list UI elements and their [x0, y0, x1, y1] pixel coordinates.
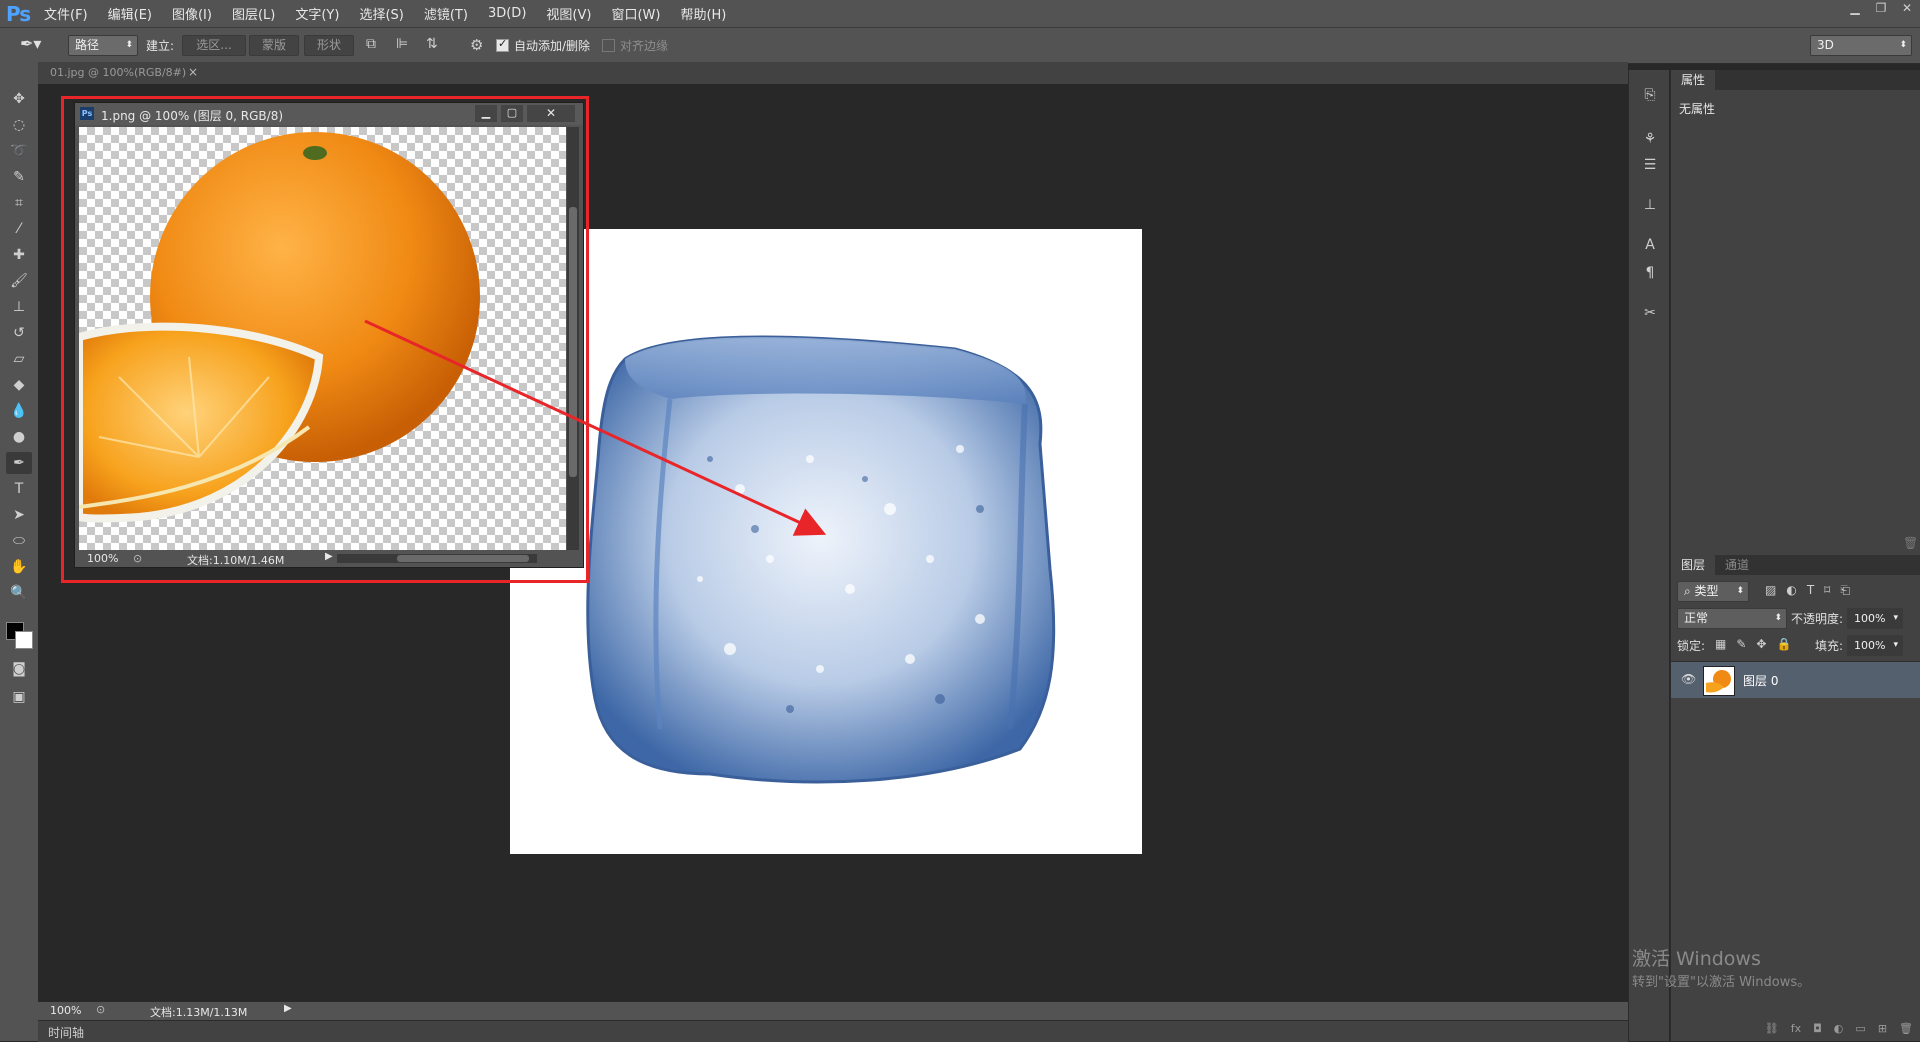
orange-thumbnail-icon: [1706, 670, 1731, 693]
shape-filter-icon[interactable]: ⌑: [1824, 583, 1830, 598]
layers-tab-header: 图层 通道: [1671, 555, 1920, 575]
panel-icon-strip: ⎘ ⚘ ☰ ⊥ A ¶ ✂: [1628, 70, 1669, 1041]
opacity-value: 100%: [1854, 612, 1886, 625]
properties-tab-header: 属性: [1671, 70, 1920, 90]
brush-presets-icon[interactable]: ⚘: [1639, 128, 1661, 150]
lock-label: 锁定:: [1677, 639, 1706, 653]
select-caret-icon: ⬍: [1774, 613, 1782, 623]
delete-layer-icon[interactable]: 🗑: [1899, 1022, 1913, 1035]
watermark-line2: 转到"设置"以激活 Windows。: [1632, 975, 1811, 990]
opacity-label: 不透明度:: [1791, 612, 1844, 626]
adjustments-icon[interactable]: ☰: [1639, 154, 1661, 176]
blend-mode-value: 正常: [1684, 611, 1709, 625]
adjustment-filter-icon[interactable]: ◐: [1786, 583, 1796, 598]
paragraph-panel-icon[interactable]: ¶: [1639, 262, 1661, 284]
watermark-line1: 激活 Windows: [1632, 948, 1761, 970]
type-filter-icon[interactable]: T: [1807, 583, 1814, 598]
lock-all-icon[interactable]: 🔒: [1776, 637, 1791, 651]
lock-transparent-icon[interactable]: ▦: [1715, 637, 1726, 651]
tab-channels[interactable]: 通道: [1715, 555, 1759, 575]
smart-object-filter-icon[interactable]: ⎗: [1840, 583, 1850, 598]
new-layer-icon[interactable]: ⊞: [1878, 1022, 1887, 1035]
select-caret-icon: ▾: [1893, 640, 1898, 650]
eye-icon[interactable]: 👁: [1681, 672, 1696, 686]
properties-panel: 属性 无属性 🗑: [1670, 70, 1920, 555]
select-caret-icon: ⬍: [1736, 586, 1744, 596]
new-group-icon[interactable]: ▭: [1855, 1022, 1865, 1035]
layer-name[interactable]: 图层 0: [1743, 672, 1778, 689]
timeline-bar: 时间轴: [38, 1020, 1628, 1042]
status-menu-arrow-icon[interactable]: ▶: [284, 1003, 292, 1014]
clone-source-icon[interactable]: ⊥: [1639, 194, 1661, 216]
layers-footer: ⛓ fx ◘ ◐ ▭ ⊞ 🗑: [1671, 1017, 1920, 1039]
document-info: 文档:1.13M/1.13M: [150, 1006, 248, 1019]
layer-filter-select[interactable]: ⌕ 类型 ⬍: [1677, 581, 1749, 602]
search-icon: ⌕: [1684, 584, 1695, 598]
fill-value: 100%: [1854, 639, 1886, 652]
zoom-level[interactable]: 100%: [50, 1004, 81, 1017]
tool-presets-icon[interactable]: ✂: [1639, 302, 1661, 324]
adjustment-layer-icon[interactable]: ◐: [1834, 1022, 1844, 1035]
document-status-bar: 100% ⊙ 文档:1.13M/1.13M ▶: [38, 1001, 1628, 1021]
layer-thumbnail: [1703, 666, 1735, 696]
status-info-icon[interactable]: ⊙: [96, 1003, 105, 1016]
character-panel-icon[interactable]: A: [1639, 234, 1661, 256]
layer-filter-icons: ▨ ◐ T ⌑ ⎗: [1765, 583, 1850, 598]
layer-style-icon[interactable]: fx: [1791, 1022, 1801, 1035]
link-layers-icon[interactable]: ⛓: [1765, 1022, 1779, 1035]
lock-pixels-icon[interactable]: ✎: [1736, 637, 1746, 651]
layer-row[interactable]: 👁 图层 0: [1671, 662, 1920, 698]
history-panel-icon[interactable]: ⎘: [1639, 84, 1661, 106]
blend-mode-select[interactable]: 正常 ⬍: [1677, 608, 1787, 629]
fill-label: 填充:: [1815, 639, 1844, 653]
trash-icon[interactable]: 🗑: [1903, 536, 1918, 550]
pixel-filter-icon[interactable]: ▨: [1765, 583, 1776, 598]
fill-input[interactable]: 100% ▾: [1847, 635, 1903, 656]
lock-position-icon[interactable]: ✥: [1756, 637, 1766, 651]
tab-layers[interactable]: 图层: [1671, 555, 1716, 575]
select-caret-icon: ▾: [1893, 613, 1898, 623]
opacity-input[interactable]: 100% ▾: [1847, 608, 1903, 629]
tab-properties[interactable]: 属性: [1671, 70, 1716, 90]
layer-filter-value: 类型: [1694, 584, 1719, 598]
timeline-label[interactable]: 时间轴: [48, 1024, 84, 1041]
layer-mask-icon[interactable]: ◘: [1813, 1022, 1822, 1035]
no-properties-text: 无属性: [1679, 102, 1716, 116]
lock-icons: ▦ ✎ ✥ 🔒: [1715, 637, 1791, 651]
windows-activation-watermark: 激活 Windows 转到"设置"以激活 Windows。: [1632, 944, 1810, 990]
